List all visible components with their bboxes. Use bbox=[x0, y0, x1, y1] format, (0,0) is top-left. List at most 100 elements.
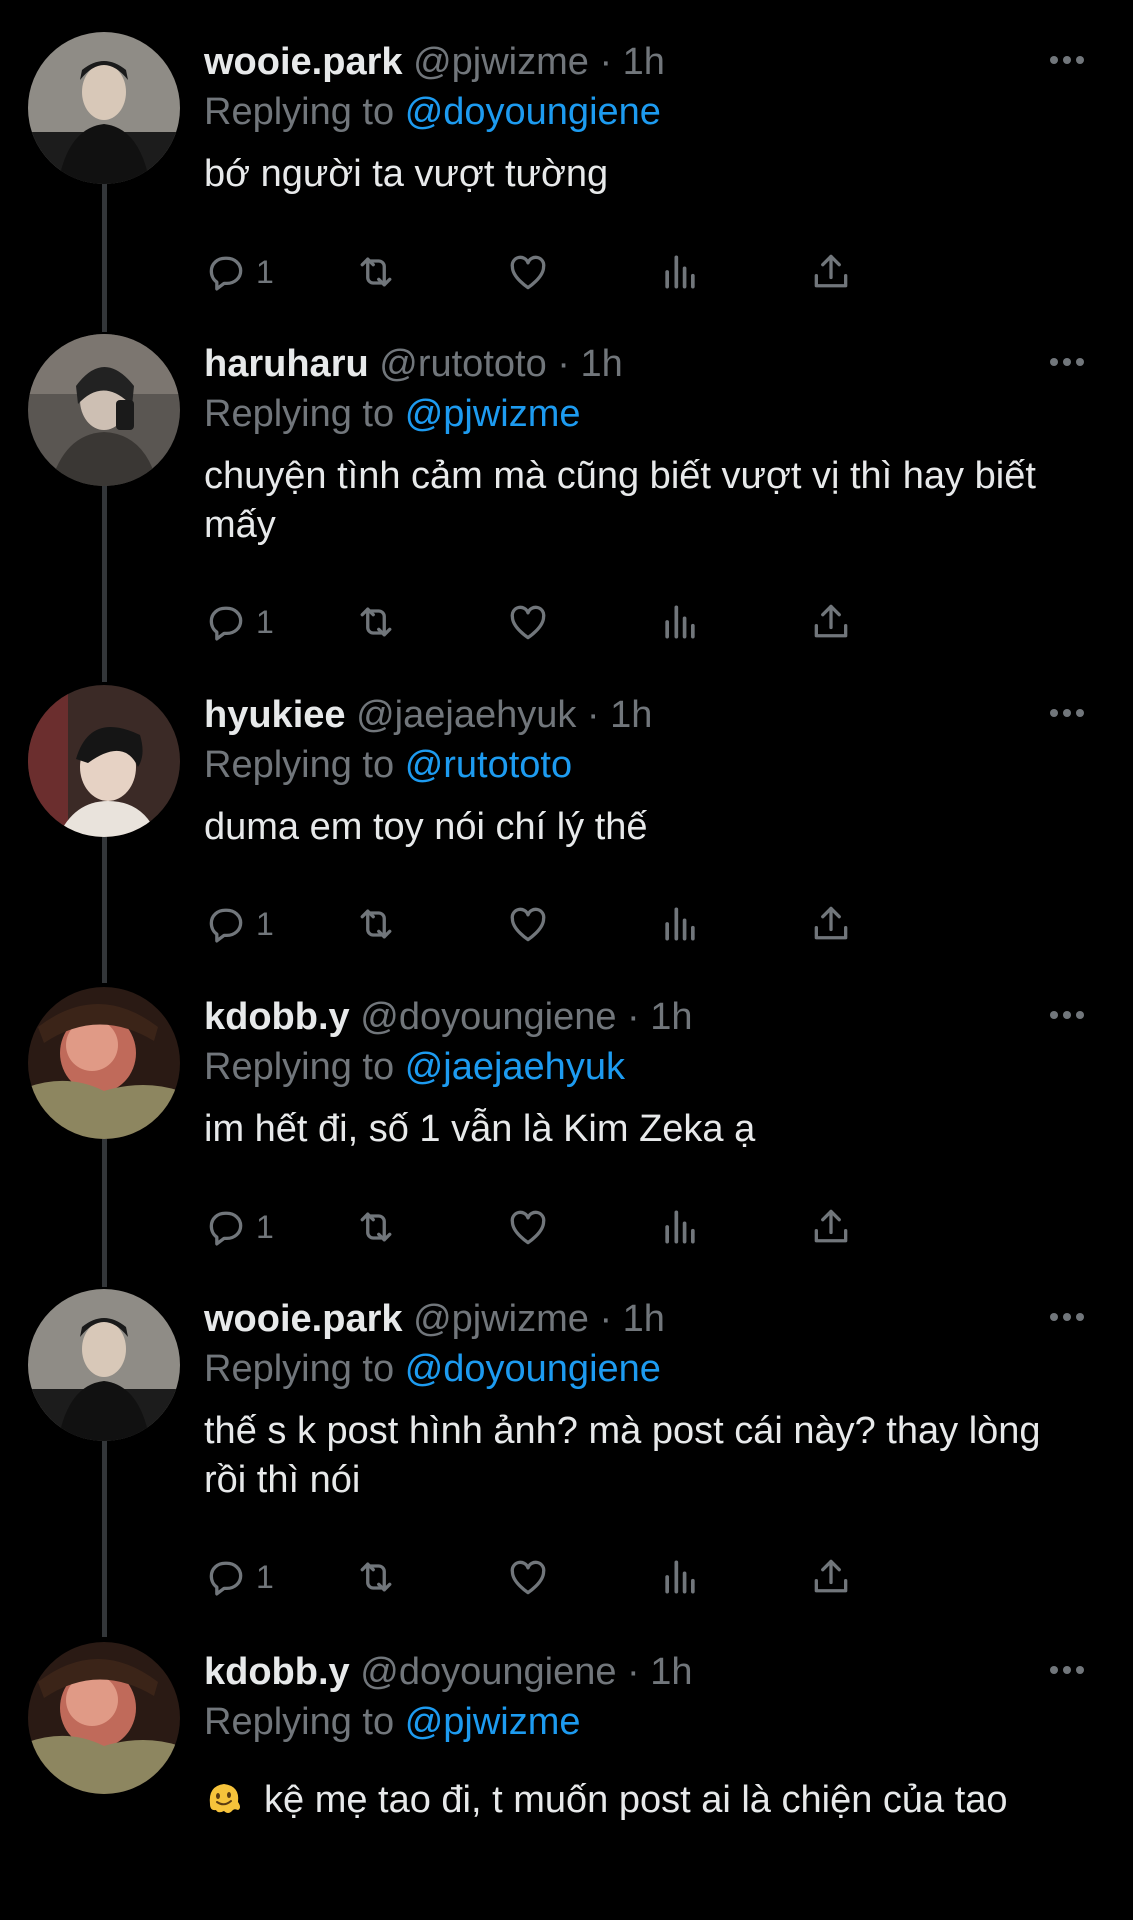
thread-connector bbox=[102, 180, 107, 332]
views-icon bbox=[665, 1210, 695, 1244]
timestamp[interactable]: 1h bbox=[650, 1651, 692, 1693]
reply-button[interactable]: 1 bbox=[204, 1547, 274, 1607]
views-icon bbox=[665, 1560, 695, 1594]
timestamp[interactable]: 1h bbox=[650, 996, 692, 1038]
retweet-icon bbox=[360, 1562, 392, 1592]
avatar[interactable] bbox=[28, 1289, 180, 1441]
reply-count: 1 bbox=[256, 253, 274, 290]
mention-link[interactable]: @pjwizme bbox=[405, 1701, 581, 1743]
more-icon[interactable] bbox=[1045, 1297, 1089, 1337]
separator-dot: · bbox=[599, 1298, 613, 1340]
tweet-text: bớ người ta vượt tường bbox=[204, 153, 609, 195]
views-icon bbox=[665, 605, 695, 639]
display-name[interactable]: kdobb.y bbox=[204, 1651, 350, 1693]
like-button[interactable] bbox=[506, 1547, 550, 1607]
share-button[interactable] bbox=[809, 242, 853, 302]
like-button[interactable] bbox=[506, 1197, 550, 1257]
reply-icon bbox=[209, 1561, 243, 1596]
share-button[interactable] bbox=[809, 894, 853, 954]
avatar[interactable] bbox=[28, 685, 180, 837]
timestamp[interactable]: 1h bbox=[623, 41, 665, 83]
avatar[interactable] bbox=[28, 334, 180, 486]
share-icon bbox=[814, 1559, 848, 1593]
mention-link[interactable]: @doyoungiene bbox=[405, 91, 661, 133]
more-icon[interactable] bbox=[1045, 693, 1089, 733]
reply-count: 1 bbox=[256, 905, 274, 942]
thread-connector bbox=[102, 1135, 107, 1287]
retweet-icon bbox=[360, 607, 392, 637]
action-bar: 1 bbox=[204, 1547, 1004, 1607]
more-icon[interactable] bbox=[1045, 995, 1089, 1035]
replying-label: Replying to bbox=[204, 1701, 395, 1743]
user-handle[interactable]: @pjwizme bbox=[413, 41, 589, 83]
thread-connector bbox=[102, 833, 107, 983]
thread-connector bbox=[102, 1437, 107, 1637]
views-button[interactable] bbox=[658, 894, 702, 954]
views-icon bbox=[665, 255, 695, 289]
views-button[interactable] bbox=[658, 1547, 702, 1607]
user-handle[interactable]: @doyoungiene bbox=[360, 996, 616, 1038]
replying-label: Replying to bbox=[204, 393, 395, 435]
tweet-header: hyukiee @jaejaehyuk · 1h bbox=[204, 691, 652, 739]
retweet-button[interactable] bbox=[354, 1197, 398, 1257]
display-name[interactable]: wooie.park bbox=[204, 1298, 403, 1340]
display-name[interactable]: hyukiee bbox=[204, 694, 346, 736]
user-handle[interactable]: @rutototo bbox=[379, 343, 546, 385]
avatar[interactable] bbox=[28, 32, 180, 184]
reply-button[interactable]: 1 bbox=[204, 592, 274, 652]
mention-link[interactable]: @rutototo bbox=[405, 744, 572, 786]
replying-label: Replying to bbox=[204, 744, 395, 786]
views-button[interactable] bbox=[658, 242, 702, 302]
display-name[interactable]: wooie.park bbox=[204, 41, 403, 83]
heart-icon bbox=[510, 605, 546, 640]
share-button[interactable] bbox=[809, 1547, 853, 1607]
separator-dot: · bbox=[627, 996, 640, 1038]
timestamp[interactable]: 1h bbox=[610, 694, 652, 736]
display-name[interactable]: haruharu bbox=[204, 343, 369, 385]
reply-icon bbox=[209, 606, 243, 641]
thread-connector bbox=[102, 482, 107, 682]
mention-link[interactable]: @doyoungiene bbox=[405, 1348, 661, 1390]
mention-link[interactable]: @pjwizme bbox=[405, 393, 581, 435]
avatar[interactable] bbox=[28, 987, 180, 1139]
reply-button[interactable]: 1 bbox=[204, 894, 274, 954]
reply-button[interactable]: 1 bbox=[204, 1197, 274, 1257]
reply-button[interactable]: 1 bbox=[204, 242, 274, 302]
retweet-button[interactable] bbox=[354, 592, 398, 652]
retweet-button[interactable] bbox=[354, 242, 398, 302]
heart-icon bbox=[510, 1560, 546, 1595]
share-button[interactable] bbox=[809, 592, 853, 652]
views-button[interactable] bbox=[658, 1197, 702, 1257]
tweet-text: chuyện tình cảm mà cũng biết vượt vị thì… bbox=[204, 455, 1036, 546]
action-bar: 1 bbox=[204, 894, 1004, 954]
more-icon[interactable] bbox=[1045, 1650, 1089, 1690]
retweet-button[interactable] bbox=[354, 894, 398, 954]
display-name[interactable]: kdobb.y bbox=[204, 996, 350, 1038]
like-button[interactable] bbox=[506, 592, 550, 652]
views-button[interactable] bbox=[658, 592, 702, 652]
retweet-icon bbox=[360, 1212, 392, 1242]
tweet-header: wooie.park @pjwizme · 1h bbox=[204, 38, 665, 86]
share-icon bbox=[814, 254, 848, 288]
tweet-header: wooie.park @pjwizme · 1h bbox=[204, 1295, 665, 1343]
timestamp[interactable]: 1h bbox=[623, 1298, 665, 1340]
like-button[interactable] bbox=[506, 894, 550, 954]
more-icon[interactable] bbox=[1045, 342, 1089, 382]
heart-icon bbox=[510, 1210, 546, 1245]
timestamp[interactable]: 1h bbox=[580, 343, 622, 385]
tweet-header: haruharu @rutototo · 1h bbox=[204, 340, 623, 388]
like-button[interactable] bbox=[506, 242, 550, 302]
user-handle[interactable]: @doyoungiene bbox=[360, 1651, 616, 1693]
more-icon[interactable] bbox=[1045, 40, 1089, 80]
heart-icon bbox=[510, 255, 546, 290]
user-handle[interactable]: @jaejaehyuk bbox=[356, 694, 576, 736]
heart-icon bbox=[510, 907, 546, 942]
mention-link[interactable]: @jaejaehyuk bbox=[405, 1046, 625, 1088]
replying-label: Replying to bbox=[204, 91, 395, 133]
action-bar: 1 bbox=[204, 592, 1004, 652]
retweet-button[interactable] bbox=[354, 1547, 398, 1607]
user-handle[interactable]: @pjwizme bbox=[413, 1298, 589, 1340]
avatar[interactable] bbox=[28, 1642, 180, 1794]
tweet-header: kdobb.y @doyoungiene · 1h bbox=[204, 993, 693, 1041]
share-button[interactable] bbox=[809, 1197, 853, 1257]
